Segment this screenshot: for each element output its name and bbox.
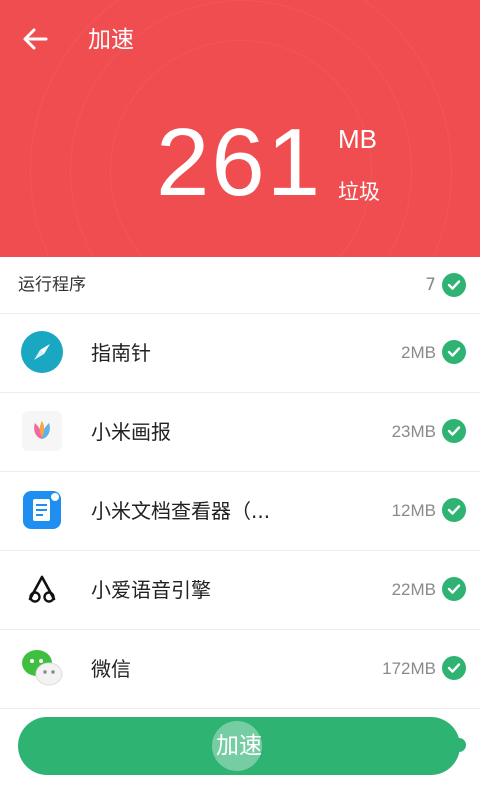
app-name: 小米画报 (91, 420, 171, 444)
check-icon (447, 663, 461, 673)
app-checkbox[interactable] (442, 577, 466, 601)
app-checkbox[interactable] (442, 656, 466, 680)
app-checkbox[interactable] (442, 340, 466, 364)
check-icon (447, 347, 461, 357)
junk-label: 垃圾 (338, 180, 380, 204)
accelerate-button-label: 加速 (216, 733, 262, 759)
select-all-checkbox[interactable] (442, 273, 466, 297)
xiaoai-voice-icon (20, 567, 64, 611)
app-checkbox[interactable] (442, 498, 466, 522)
section-count: 7 (425, 275, 436, 295)
back-arrow-icon (23, 28, 48, 50)
app-row-document-viewer[interactable]: 小米文档查看器（... 12MB (0, 471, 480, 551)
app-size: 12MB (391, 501, 436, 520)
check-icon (447, 280, 461, 290)
junk-unit: MB (338, 124, 377, 154)
app-name: 小米文档查看器（... (91, 499, 271, 523)
check-icon (447, 584, 461, 594)
app-size: 172MB (382, 659, 436, 678)
app-size: 22MB (391, 580, 436, 599)
app-size: 23MB (391, 422, 436, 441)
app-checkbox[interactable] (442, 419, 466, 443)
app-name: 小爱语音引擎 (91, 578, 211, 602)
app-name: 指南针 (91, 341, 151, 365)
document-viewer-icon (20, 488, 64, 532)
wechat-icon (20, 646, 64, 690)
app-row-wechat[interactable]: 微信 172MB (0, 629, 480, 709)
button-edge-dot (452, 738, 466, 752)
running-apps-header[interactable]: 运行程序 7 (0, 257, 480, 314)
page-title: 加速 (88, 27, 134, 53)
check-icon (447, 426, 461, 436)
app-row-compass[interactable]: 指南针 2MB (0, 313, 480, 393)
app-row-xiaoai-voice[interactable]: 小爱语音引擎 22MB (0, 550, 480, 630)
app-size: 2MB (401, 343, 436, 362)
app-name: 微信 (91, 657, 131, 681)
mi-wallpaper-icon (20, 409, 64, 453)
header: 加速 261 MB 垃圾 (0, 0, 480, 257)
app-row-mi-wallpaper[interactable]: 小米画报 23MB (0, 392, 480, 472)
check-icon (447, 505, 461, 515)
accelerate-button[interactable]: 加速 (18, 717, 460, 775)
back-button[interactable] (18, 22, 52, 56)
compass-icon (20, 330, 64, 374)
junk-amount: 261 (156, 109, 323, 216)
section-label: 运行程序 (18, 275, 86, 295)
